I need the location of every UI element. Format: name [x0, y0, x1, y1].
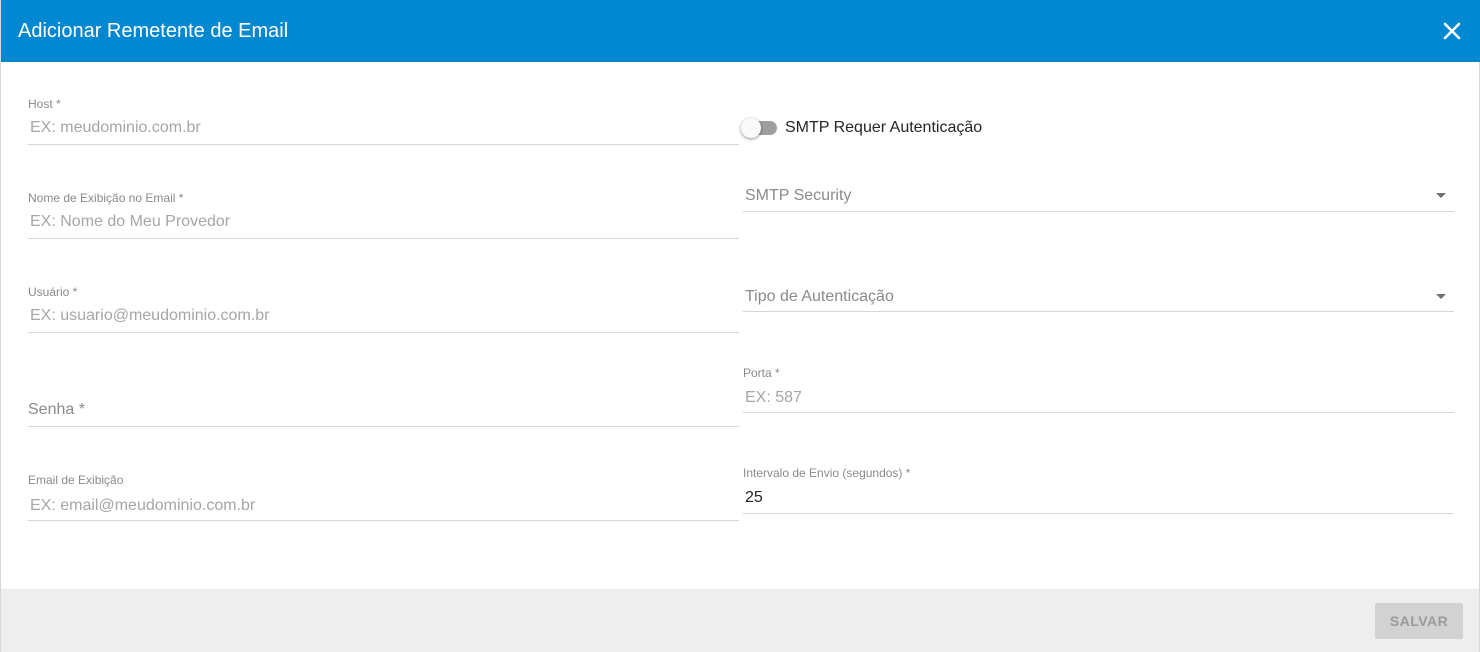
display-name-input[interactable]: EX: Nome do Meu Provedor: [30, 212, 230, 232]
port-field[interactable]: Porta * EX: 587: [743, 366, 1454, 413]
dialog-title: Adicionar Remetente de Email: [18, 20, 289, 42]
port-label: Porta *: [743, 366, 780, 380]
smtp-security-placeholder: SMTP Security: [745, 187, 852, 204]
dropdown-arrow-icon[interactable]: [1436, 193, 1446, 198]
host-field[interactable]: Host * EX: meudominio.com.br: [28, 97, 739, 145]
smtp-auth-toggle[interactable]: [741, 118, 779, 138]
dialog-header: Adicionar Remetente de Email: [1, 0, 1480, 62]
display-email-field[interactable]: Email de Exibição EX: email@meudominio.c…: [28, 473, 739, 521]
auth-type-placeholder: Tipo de Autenticação: [745, 288, 894, 305]
auth-type-select[interactable]: Tipo de Autenticação: [743, 272, 1454, 312]
display-email-label: Email de Exibição: [28, 473, 124, 487]
host-input[interactable]: EX: meudominio.com.br: [30, 118, 201, 138]
smtp-auth-toggle-label: SMTP Requer Autenticação: [785, 119, 983, 136]
toggle-thumb: [741, 118, 761, 138]
password-field[interactable]: Senha *: [28, 379, 739, 427]
send-interval-input[interactable]: 25: [745, 488, 763, 508]
send-interval-label: Intervalo de Envio (segundos) *: [743, 466, 911, 480]
port-input[interactable]: EX: 587: [745, 388, 802, 408]
close-icon[interactable]: [1441, 20, 1463, 42]
smtp-security-select[interactable]: SMTP Security: [743, 172, 1454, 212]
send-interval-field[interactable]: Intervalo de Envio (segundos) * 25: [743, 466, 1453, 514]
add-email-sender-dialog: Adicionar Remetente de Email Host * EX: …: [0, 0, 1480, 652]
user-label: Usuário *: [28, 285, 78, 299]
display-name-field[interactable]: Nome de Exibição no Email * EX: Nome do …: [28, 191, 739, 239]
dropdown-arrow-icon[interactable]: [1436, 294, 1446, 299]
password-input[interactable]: Senha *: [28, 400, 85, 420]
user-input[interactable]: EX: usuario@meudominio.com.br: [30, 306, 269, 326]
display-email-input[interactable]: EX: email@meudominio.com.br: [30, 496, 255, 516]
dialog-footer: SALVAR: [1, 589, 1479, 652]
display-name-label: Nome de Exibição no Email *: [28, 191, 184, 205]
user-field[interactable]: Usuário * EX: usuario@meudominio.com.br: [28, 285, 739, 333]
host-label: Host *: [28, 97, 61, 111]
save-button[interactable]: SALVAR: [1375, 603, 1463, 639]
